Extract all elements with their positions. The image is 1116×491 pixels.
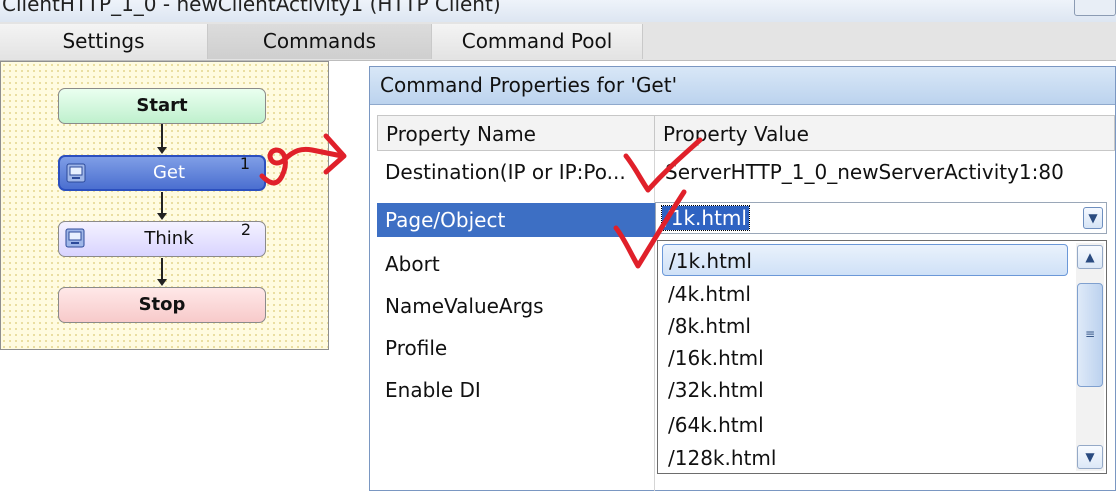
tab-settings[interactable]: Settings [0, 24, 208, 59]
chevron-up-icon[interactable]: ▲ [1077, 245, 1103, 269]
properties-title: Command Properties for 'Get' [370, 67, 1115, 105]
flow-node-number: 2 [240, 220, 251, 239]
flow-node-think[interactable]: Think 2 [58, 220, 266, 257]
flow-node-number: 1 [239, 154, 250, 173]
flow-node-get[interactable]: Get 1 [58, 154, 266, 191]
dropdown-option[interactable]: /1k.html [662, 244, 1068, 276]
property-row[interactable]: Destination(IP or IP:Po... ServerHTTP_1_… [377, 155, 1115, 189]
flow-node-label: Stop [138, 294, 186, 315]
dropdown-option[interactable]: /128k.html [662, 442, 1068, 474]
dropdown-option[interactable]: /64k.html [662, 409, 1068, 441]
scrollbar-thumb[interactable]: ≡ [1077, 283, 1103, 387]
flow-arrow [157, 192, 167, 220]
chevron-down-icon[interactable]: ▼ [1083, 207, 1103, 229]
property-name: Abort [385, 252, 440, 276]
dropdown-option[interactable]: /8k.html [662, 310, 1068, 342]
property-name: Profile [385, 336, 448, 360]
flow-arrow [157, 124, 167, 154]
flow-node-label: Get [152, 162, 186, 183]
flow-node-start[interactable]: Start [58, 88, 266, 124]
window-title: ClientHTTP_1_0 - newClientActivity1 (HTT… [2, 0, 501, 16]
window-control-button[interactable] [1074, 0, 1116, 16]
dropdown-scrollbar[interactable]: ▲ ≡ ▼ [1076, 243, 1104, 471]
computer-icon [66, 163, 86, 183]
tab-commands[interactable]: Commands [208, 24, 432, 59]
window-titlebar: ClientHTTP_1_0 - newClientActivity1 (HTT… [0, 0, 1116, 22]
flow-arrow [157, 258, 167, 286]
command-flow-panel: Start Get 1 Think 2 Stop [0, 61, 329, 350]
column-header-property-name[interactable]: Property Name [377, 115, 655, 151]
column-header-property-value[interactable]: Property Value [654, 115, 1115, 151]
tab-command-pool[interactable]: Command Pool [432, 24, 643, 59]
flow-node-label: Think [144, 228, 194, 249]
page-object-dropdown-list[interactable]: /1k.html /4k.html /8k.html /16k.html /32… [657, 240, 1107, 474]
property-name: Enable DI [385, 378, 481, 402]
property-value: ServerHTTP_1_0_newServerActivity1:80 [665, 160, 1064, 184]
tab-strip: Settings Commands Command Pool [0, 22, 1116, 61]
dropdown-option[interactable]: /32k.html [662, 374, 1068, 406]
flow-node-stop[interactable]: Stop [58, 287, 266, 323]
combobox-value[interactable]: /1k.html [661, 205, 750, 231]
computer-icon [65, 228, 85, 248]
flow-node-label: Start [136, 95, 188, 116]
property-name: Destination(IP or IP:Po... [385, 160, 626, 184]
chevron-down-icon[interactable]: ▼ [1077, 445, 1103, 469]
dropdown-option[interactable]: /4k.html [662, 278, 1068, 310]
property-name: Page/Object [377, 203, 655, 237]
dropdown-option[interactable]: /16k.html [662, 342, 1068, 374]
page-object-combobox[interactable]: /1k.html ▼ [655, 202, 1107, 234]
property-name: NameValueArgs [385, 294, 544, 318]
